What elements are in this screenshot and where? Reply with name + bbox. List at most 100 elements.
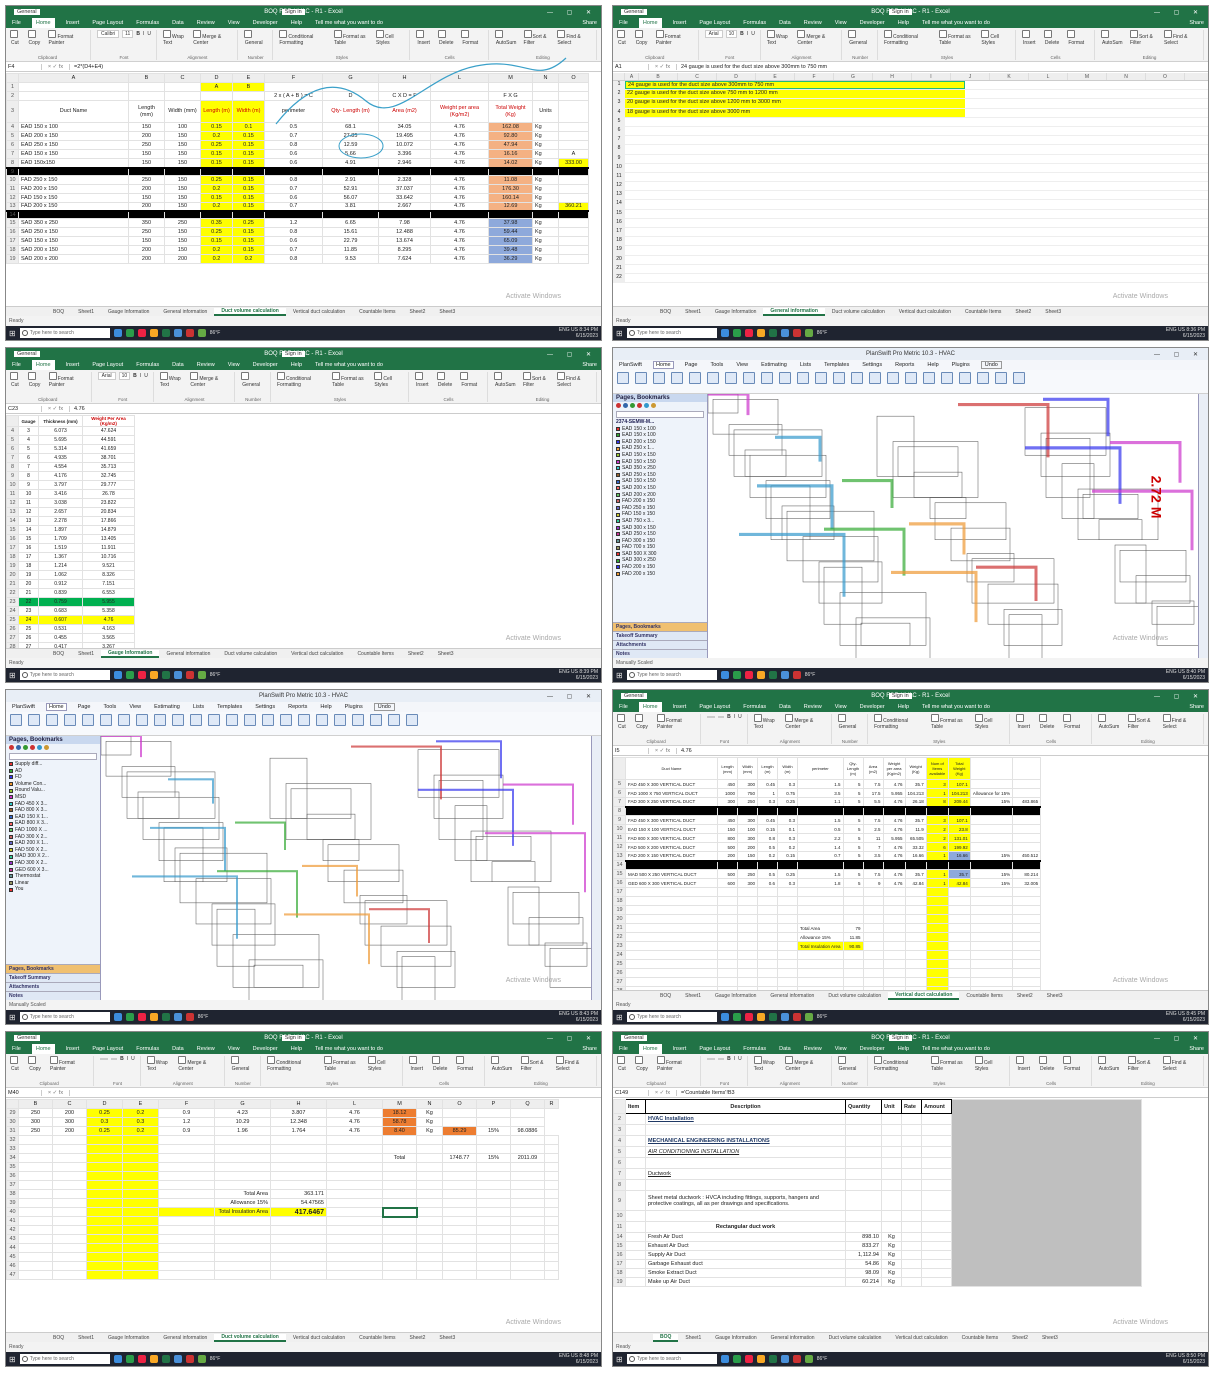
back-button[interactable] — [689, 372, 701, 384]
taskbar-app-icon[interactable] — [732, 671, 741, 679]
cell[interactable] — [1012, 859, 1042, 870]
cell[interactable]: Kg — [416, 1117, 443, 1127]
cell[interactable]: 209.44 — [947, 797, 971, 807]
cell[interactable] — [1012, 842, 1042, 852]
copy-button[interactable]: Copy — [634, 30, 653, 46]
cell[interactable]: 0.15 — [757, 824, 778, 834]
cell[interactable]: 20.834 — [82, 507, 135, 517]
cell[interactable]: 150 — [737, 851, 758, 861]
cell[interactable] — [717, 896, 738, 906]
row-number[interactable]: 40 — [6, 1207, 19, 1217]
cell[interactable] — [476, 1162, 511, 1172]
cell[interactable] — [86, 1144, 123, 1154]
cell[interactable] — [214, 1252, 271, 1262]
cut-button[interactable]: Cut — [617, 714, 632, 730]
cell[interactable]: 6.073 — [38, 426, 83, 436]
row-number[interactable] — [613, 757, 626, 780]
windows-start-icon[interactable]: ⊞ — [9, 1013, 16, 1022]
format-as-table-button[interactable]: Format as Table — [939, 30, 978, 46]
menu-planswift[interactable]: PlanSwift — [617, 362, 644, 368]
column-header[interactable]: L — [326, 1099, 383, 1109]
takeoff-item[interactable]: SAD 300 x 250 — [613, 557, 707, 564]
sheet-tab[interactable]: BOQ — [46, 1335, 71, 1341]
number-format-select[interactable]: General — [837, 1056, 862, 1072]
row-number[interactable]: 15 — [613, 1241, 626, 1251]
cell[interactable] — [901, 1124, 922, 1136]
number-format-select[interactable]: General — [848, 30, 872, 46]
description-cell[interactable]: Sheet metal ductwork : HVCA including fi… — [645, 1190, 846, 1211]
cell[interactable]: 80.214 — [1012, 869, 1042, 879]
conditional-formatting-button[interactable]: Conditional Formatting — [267, 1056, 321, 1072]
bold-button[interactable]: B — [120, 1056, 124, 1062]
sheet-tab[interactable]: Duct volume calculation — [822, 1335, 889, 1341]
cell[interactable] — [777, 923, 798, 933]
row-number[interactable]: 14 — [613, 1232, 626, 1242]
row-number[interactable]: 9 — [613, 815, 626, 825]
cell[interactable]: 18 — [18, 561, 39, 571]
cell[interactable]: 1.4 — [797, 842, 844, 852]
cell[interactable] — [122, 1144, 159, 1154]
description-cell[interactable]: MECHANICAL ENGINEERING INSTALLATIONS — [645, 1135, 846, 1147]
cell[interactable] — [1012, 805, 1042, 816]
row-number[interactable]: 15 — [613, 209, 625, 218]
cell[interactable]: 0.25 — [777, 869, 798, 879]
cell[interactable] — [270, 1216, 327, 1226]
tab-file[interactable]: File — [10, 362, 23, 368]
summary-value[interactable]: 90.85 — [842, 941, 864, 951]
unit-cell[interactable]: Kg — [881, 1232, 902, 1242]
cell[interactable] — [625, 155, 965, 163]
cell[interactable]: 26.78 — [82, 489, 135, 499]
cell[interactable] — [904, 905, 927, 915]
cell[interactable] — [18, 1189, 53, 1199]
cell[interactable] — [797, 859, 844, 870]
number-format-select[interactable]: General — [230, 1056, 255, 1072]
format-button[interactable]: Format — [460, 372, 482, 388]
cell[interactable]: 35.7 — [904, 815, 927, 825]
cell[interactable] — [925, 859, 949, 870]
taskbar-app-icon[interactable] — [780, 671, 789, 679]
cell[interactable]: 10.29 — [214, 1117, 271, 1127]
cell[interactable]: 1 — [925, 851, 949, 861]
taskbar-search[interactable]: Type here to search — [626, 1354, 717, 1364]
cell[interactable] — [158, 1225, 215, 1235]
amount-cell[interactable] — [921, 1241, 952, 1251]
taskbar-app-icon[interactable] — [780, 1013, 789, 1021]
cell[interactable] — [947, 941, 971, 951]
cell[interactable]: 8.40 — [382, 1126, 417, 1136]
tab-home[interactable]: Home — [638, 702, 662, 712]
cell[interactable] — [797, 986, 844, 990]
column-header[interactable]: K — [990, 73, 1029, 80]
cell[interactable] — [158, 1180, 215, 1190]
cell[interactable] — [544, 1216, 559, 1226]
cell[interactable]: 600 — [717, 878, 738, 888]
row-number[interactable]: 8 — [613, 806, 626, 816]
tab-help[interactable]: Help — [289, 362, 304, 368]
quantity-cell[interactable]: 98.09 — [845, 1268, 882, 1278]
tab-developer[interactable]: Developer — [858, 704, 887, 710]
sheet-tab[interactable]: Countable Items — [350, 651, 400, 657]
cell[interactable] — [326, 1180, 383, 1190]
font-size-select[interactable] — [718, 1058, 725, 1060]
row-number[interactable]: 23 — [6, 597, 19, 607]
column-header[interactable]: Q — [510, 1099, 545, 1109]
row-number[interactable]: 17 — [613, 228, 625, 237]
cell[interactable] — [625, 887, 718, 897]
cell[interactable]: 7 — [862, 842, 884, 852]
rate-cell[interactable] — [901, 1277, 922, 1287]
cell[interactable] — [52, 1171, 87, 1181]
row-number[interactable]: 47 — [6, 1270, 19, 1280]
sort-filter-button[interactable]: Sort & Filter — [522, 372, 554, 388]
single-click-button[interactable] — [923, 372, 935, 384]
cell[interactable] — [625, 950, 718, 960]
image-button[interactable] — [977, 372, 989, 384]
item-cell[interactable] — [625, 1179, 646, 1191]
cell[interactable] — [476, 1270, 511, 1280]
cell[interactable] — [757, 959, 778, 969]
takeoff-item[interactable]: FAD 200 x 150 — [613, 571, 707, 578]
row-number[interactable]: 2 — [613, 1113, 626, 1125]
cell[interactable] — [158, 1252, 215, 1262]
cell[interactable]: 3.267 — [82, 642, 135, 648]
segment-button[interactable] — [298, 714, 310, 726]
cell[interactable] — [158, 1216, 215, 1226]
cell[interactable]: 15% — [476, 1126, 511, 1136]
